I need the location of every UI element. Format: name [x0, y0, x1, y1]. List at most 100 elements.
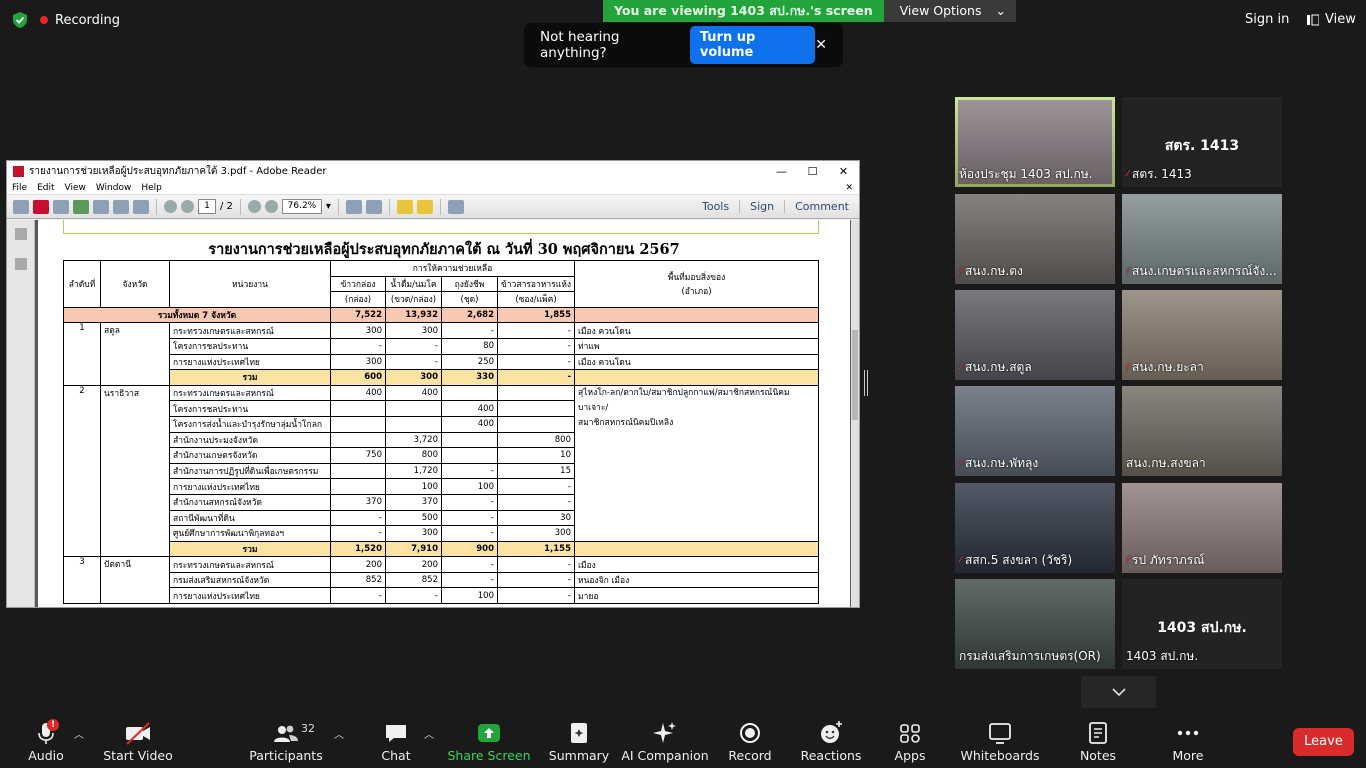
header-c1: ข้าวกล่อง	[330, 275, 386, 293]
notes-button[interactable]: Notes	[1078, 712, 1118, 768]
participants-icon	[274, 725, 298, 742]
sign-tab[interactable]: Sign	[739, 200, 784, 213]
sign-in-button[interactable]: Sign in	[1245, 12, 1289, 27]
mic-muted-icon: ⁄	[1126, 553, 1129, 568]
participant-name-tag: ห้องประชุม 1403 สป.กษ.	[959, 165, 1092, 184]
cloud-icon[interactable]	[73, 199, 89, 214]
create-pdf-icon[interactable]	[13, 199, 29, 214]
print-icon[interactable]	[113, 199, 129, 214]
page-number-input[interactable]: 1	[198, 199, 216, 214]
more-button[interactable]: More	[1168, 712, 1208, 768]
security-shield-icon[interactable]	[11, 11, 29, 29]
highlight-icon[interactable]	[416, 199, 433, 214]
participants-options-caret-icon[interactable]: ︿	[334, 726, 344, 741]
agency-name: สถานีพัฒนาที่ดิน	[169, 509, 331, 527]
scroll-thumb[interactable]	[852, 330, 858, 420]
chat-button[interactable]: Chat	[376, 712, 416, 768]
edit-icon[interactable]	[53, 199, 69, 214]
header-c2-unit: (ขวด/กล่อง)	[385, 291, 442, 308]
zoom-out-icon[interactable]	[247, 200, 261, 213]
page-up-icon[interactable]	[164, 200, 177, 213]
notes-icon	[1089, 722, 1107, 744]
maximize-icon[interactable]: ☐	[797, 165, 828, 178]
participant-tile[interactable]: ⁄ สนง.กษ.สตูล	[955, 290, 1115, 380]
view-label: View	[1325, 12, 1356, 27]
value-c2: 1,720	[385, 462, 442, 480]
recording-indicator[interactable]: Recording	[40, 8, 120, 32]
audio-options-caret-icon[interactable]: ︿	[74, 726, 84, 741]
participant-tile[interactable]: ⁄ รป ภัทราภรณ์	[1122, 483, 1282, 573]
gallery-next-button[interactable]	[1081, 676, 1156, 708]
header-c3: ถุงยังชีพ	[441, 275, 498, 293]
zoom-in-icon[interactable]	[264, 200, 278, 213]
value-c3: -	[441, 571, 498, 589]
save-icon[interactable]	[93, 199, 109, 214]
document-area[interactable]: รายงานการช่วยเหลือผู้ประสบอุทกภัยภาคใต้ …	[7, 220, 859, 607]
fit-width-icon[interactable]	[365, 199, 382, 214]
split-view-handle[interactable]	[864, 370, 868, 396]
participant-tile[interactable]: กรมส่งเสริมการเกษตร(OR)	[955, 579, 1115, 669]
menu-window[interactable]: Window	[96, 183, 132, 193]
share-screen-button[interactable]: Share Screen	[447, 712, 531, 768]
audio-button[interactable]: Audio	[24, 712, 68, 768]
reactions-button[interactable]: Reactions	[801, 712, 861, 768]
participant-name-tag: 1403 สป.กษ.	[1126, 647, 1198, 666]
ai-companion-button[interactable]: AI Companion	[621, 712, 709, 768]
agency-name: กรมส่งเสริมสหกรณ์จังหวัด	[169, 571, 331, 589]
chat-options-caret-icon[interactable]: ︿	[424, 726, 434, 741]
zoom-level-input[interactable]: 76.2%	[281, 199, 322, 214]
value-c4: -	[497, 478, 575, 495]
view-button[interactable]: View	[1307, 12, 1356, 27]
participant-tile[interactable]: ⁄ สนง.กษ.ตง	[955, 194, 1115, 284]
value-c2	[385, 400, 442, 417]
export-pdf-icon[interactable]	[33, 199, 49, 214]
participant-tile[interactable]: สนง.กษ.สงขลา	[1122, 386, 1282, 476]
participant-tile[interactable]: 1403 สป.กษ. 1403 สป.กษ.	[1122, 579, 1282, 669]
view-options-button[interactable]: View Options ⌄	[883, 0, 1016, 22]
pdf-scrollbar[interactable]	[851, 220, 859, 607]
email-icon[interactable]	[133, 199, 149, 214]
turn-up-volume-button[interactable]: Turn up volume	[689, 26, 816, 64]
participant-tile[interactable]: ⁄ สนง.เกษตรและสหกรณ์จัง...	[1122, 194, 1282, 284]
participants-button[interactable]: Participants	[249, 712, 323, 768]
participant-tile[interactable]: ⁄ สนง.กษ.พัทลุง	[955, 386, 1115, 476]
zoom-dropdown-icon[interactable]: ▾	[326, 201, 331, 212]
participant-name-tag: ⁄ สนง.กษ.สตูล	[959, 358, 1032, 377]
menu-view[interactable]: View	[65, 183, 86, 193]
comment-tab[interactable]: Comment	[784, 200, 859, 213]
leave-button[interactable]: Leave	[1293, 728, 1354, 756]
record-button[interactable]: Record	[728, 712, 772, 768]
subtotal-row: รวม 600 300 330-	[64, 369, 819, 386]
comment-bubble-icon[interactable]	[396, 199, 413, 214]
participant-name-tag: ⁄ สนง.เกษตรและสหกรณ์จัง...	[1126, 262, 1277, 281]
apps-button[interactable]: Apps	[890, 712, 930, 768]
participant-name: สนง.กษ.สงขลา	[1126, 456, 1206, 470]
start-video-button[interactable]: Start Video	[103, 712, 173, 768]
row-number: 2	[63, 384, 101, 558]
close-document-icon[interactable]: ✕	[845, 183, 853, 193]
menu-edit[interactable]: Edit	[37, 183, 54, 193]
menu-help[interactable]: Help	[141, 183, 162, 193]
participant-tile[interactable]: ห้องประชุม 1403 สป.กษ.	[955, 97, 1115, 187]
expand-icon[interactable]	[447, 199, 464, 214]
mic-muted-icon: ⁄	[1126, 360, 1129, 375]
pages-icon[interactable]	[14, 228, 27, 240]
minimize-icon[interactable]: —	[766, 165, 797, 178]
shared-screen-adobe-reader[interactable]: รายงานการช่วยเหลือผู้ประสบอุทกภัยภาคใต้ …	[6, 160, 860, 608]
participant-tile[interactable]: ⁄ สสก.5 สงขลา (วัชริ)	[955, 483, 1115, 573]
page-down-icon[interactable]	[181, 200, 194, 213]
value-c2: -	[385, 337, 442, 355]
agency-name: กระทรวงเกษตรและสหกรณ์	[169, 322, 331, 339]
close-window-icon[interactable]: ✕	[828, 165, 859, 178]
attachment-icon[interactable]	[14, 258, 27, 270]
close-icon[interactable]: ✕	[815, 37, 827, 53]
menu-file[interactable]: File	[12, 183, 27, 193]
participant-tile[interactable]: ⁄ สนง.กษ.ยะลา	[1122, 290, 1282, 380]
fit-page-icon[interactable]	[345, 199, 362, 214]
summary-button[interactable]: Summary	[549, 712, 609, 768]
participant-tile[interactable]: สตร. 1413 ⁄ สตร. 1413	[1122, 97, 1282, 187]
whiteboards-button[interactable]: Whiteboards	[961, 712, 1039, 768]
share-banner: You are viewing 1403 สป.กษ.'s screen Vie…	[603, 0, 1016, 22]
agency-name: สำนักงานสหกรณ์จังหวัด	[169, 493, 331, 511]
tools-tab[interactable]: Tools	[692, 200, 739, 213]
